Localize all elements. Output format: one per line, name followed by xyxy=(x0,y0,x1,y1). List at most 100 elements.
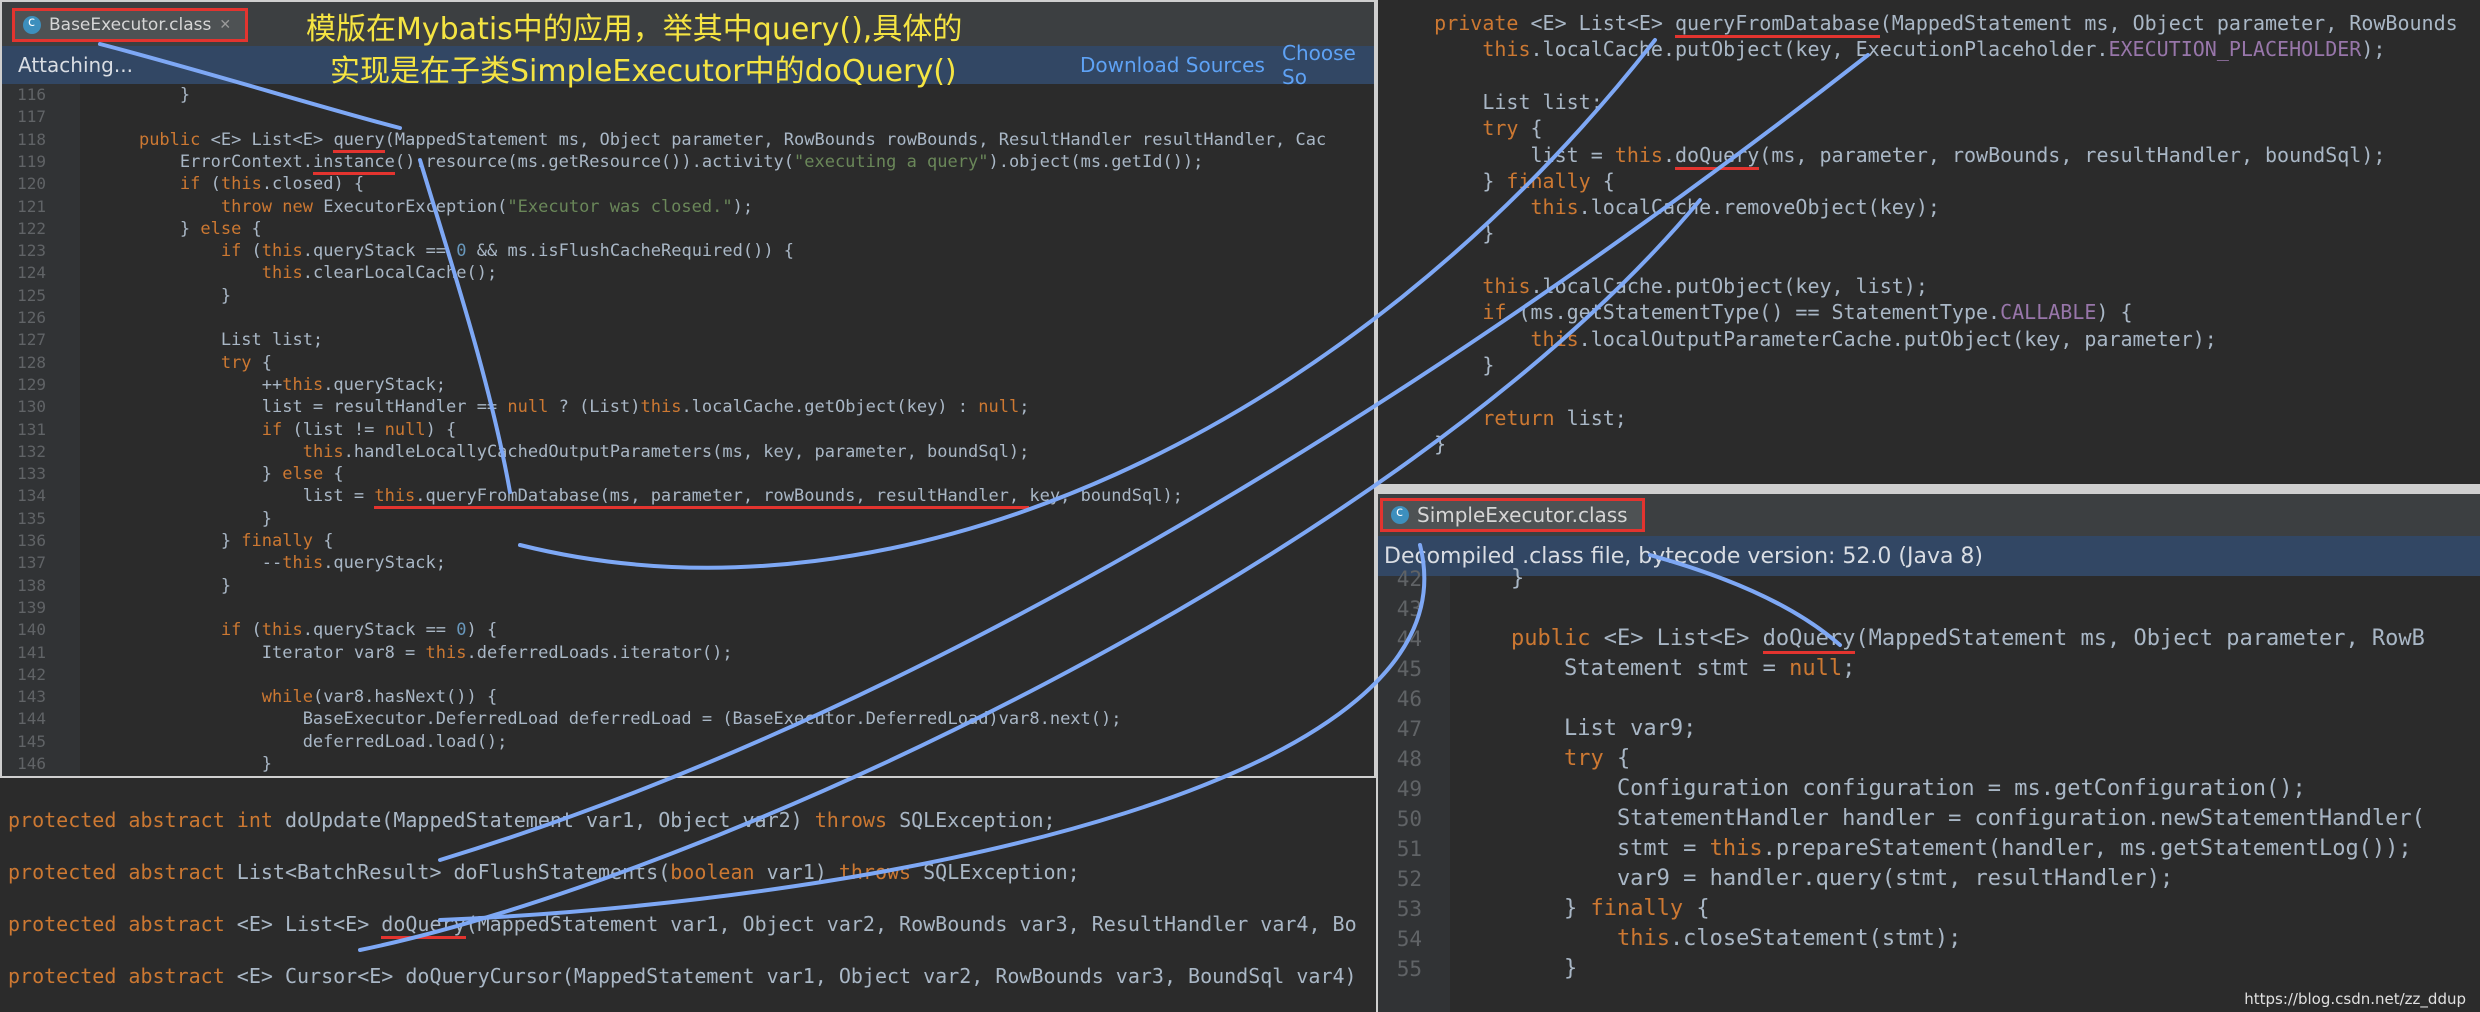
line-number: 47 xyxy=(1396,717,1422,741)
code-line: 120 if (this.closed) { xyxy=(2,173,1374,195)
code-line: 133 } else { xyxy=(2,463,1374,485)
download-sources-link[interactable]: Download Sources xyxy=(1080,53,1265,77)
code-line: 131 if (list != null) { xyxy=(2,419,1374,441)
code-area[interactable]: protected abstract int doUpdate(MappedSt… xyxy=(0,778,1376,1012)
code-line: 118 public <E> List<E> query(MappedState… xyxy=(2,129,1374,153)
code-text: StatementHandler handler = configuration… xyxy=(1458,806,2425,831)
code-text: } xyxy=(98,285,232,306)
code-text: this.localCache.putObject(key, Execution… xyxy=(1482,37,2386,62)
line-number: 127 xyxy=(17,330,46,350)
code-line: try { xyxy=(1378,115,2480,141)
line-number: 138 xyxy=(17,575,46,595)
line-number: 139 xyxy=(17,597,46,617)
code-text: protected abstract <E> List<E> doQuery(M… xyxy=(8,898,1357,950)
code-text: try { xyxy=(1563,746,1631,771)
code-text: deferredLoad.load(); xyxy=(98,731,508,752)
code-line: 138 } xyxy=(2,575,1374,597)
line-number: 53 xyxy=(1396,897,1422,921)
code-line: 145 deferredLoad.load(); xyxy=(2,731,1374,753)
code-text: } xyxy=(1386,352,1495,377)
code-line: 47 List var9; xyxy=(1378,714,2480,744)
code-line: 142 xyxy=(2,664,1374,686)
tab-simple-executor[interactable]: SimpleExecutor.class xyxy=(1380,498,1645,532)
code-text: this.handleLocallyCachedOutputParameters… xyxy=(302,441,1030,462)
code-text: return list; xyxy=(1482,405,1627,430)
code-text: while(var8.hasNext()) { xyxy=(261,687,498,708)
code-line: 125 } xyxy=(2,285,1374,307)
code-text: Iterator var8 = this.deferredLoads.itera… xyxy=(98,642,733,663)
code-area[interactable]: 116 } 117 118 public <E> List<E> query(Map… xyxy=(2,84,1374,776)
abstract-methods-editor[interactable]: protected abstract int doUpdate(MappedSt… xyxy=(0,778,1376,1012)
code-line: } xyxy=(1378,352,2480,378)
choose-sources-link[interactable]: Choose So xyxy=(1282,41,1374,89)
code-text: try { xyxy=(1482,116,1543,141)
annotation-line-2: 实现是在子类SimpleExecutor中的doQuery() xyxy=(330,54,957,89)
code-line: list = this.doQuery(ms, parameter, rowBo… xyxy=(1378,142,2480,170)
code-line: 43 xyxy=(1378,594,2480,624)
line-number: 55 xyxy=(1396,957,1422,981)
code-line: 54 this.closeStatement(stmt); xyxy=(1378,924,2480,954)
code-text: this.clearLocalCache(); xyxy=(261,263,498,284)
code-line: 45 Statement stmt = null; xyxy=(1378,654,2480,684)
code-line: 129 ++this.queryStack; xyxy=(2,374,1374,396)
code-text: } finally { xyxy=(1458,896,1710,921)
code-line: List list; xyxy=(1378,89,2480,115)
code-line: 117 xyxy=(2,106,1374,128)
code-text: List var9; xyxy=(1458,716,1697,741)
code-text: throw new ExecutorException("Executor wa… xyxy=(220,196,754,217)
code-text: public <E> List<E> doQuery(MappedStateme… xyxy=(1458,624,2425,654)
line-number: 142 xyxy=(17,664,46,684)
code-text: if (ms.getStatementType() == StatementTy… xyxy=(1482,300,2133,325)
line-number: 128 xyxy=(17,352,46,372)
code-text: this.localCache.putObject(key, list); xyxy=(1482,274,1928,298)
code-line: } xyxy=(1378,431,2480,457)
line-number: 143 xyxy=(17,687,46,707)
code-text: var9 = handler.query(stmt, resultHandler… xyxy=(1458,866,2174,891)
line-number: 145 xyxy=(17,731,46,751)
line-number: 134 xyxy=(17,486,46,506)
line-number: 124 xyxy=(17,263,46,283)
code-text: stmt = this.prepareStatement(handler, ms… xyxy=(1458,836,2412,861)
code-line: 123 if (this.queryStack == 0 && ms.isFlu… xyxy=(2,240,1374,262)
line-number: 129 xyxy=(17,374,46,394)
code-text: } xyxy=(1386,221,1495,246)
code-line: this.localOutputParameterCache.putObject… xyxy=(1378,326,2480,352)
base-executor-editor[interactable]: BaseExecutor.class ✕ Attaching... Downlo… xyxy=(0,0,1376,778)
simple-executor-editor[interactable]: SimpleExecutor.class Decompiled .class f… xyxy=(1376,494,2480,1012)
code-line: } finally { xyxy=(1378,168,2480,194)
code-text: } xyxy=(98,575,232,596)
line-number: 125 xyxy=(17,285,46,305)
code-text: } else { xyxy=(98,218,262,239)
line-number: 137 xyxy=(17,553,46,573)
watermark: https://blog.csdn.net/zz_ddup xyxy=(2244,990,2466,1008)
code-text: list = resultHandler == null ? (List)thi… xyxy=(98,397,1030,418)
line-number: 144 xyxy=(17,709,46,729)
line-number: 136 xyxy=(17,531,46,550)
code-area[interactable]: private <E> List<E> queryFromDatabase(Ma… xyxy=(1378,0,2480,484)
line-number: 42 xyxy=(1396,567,1422,591)
code-line: protected abstract List<BatchResult> doF… xyxy=(0,846,1376,898)
code-line: protected abstract <E> List<E> doQuery(M… xyxy=(0,898,1376,950)
code-line: 130 list = resultHandler == null ? (List… xyxy=(2,396,1374,418)
code-text: ++this.queryStack; xyxy=(98,374,447,395)
code-line: this.localCache.removeObject(key); xyxy=(1378,194,2480,220)
code-line: this.localCache.putObject(key, list); xyxy=(1378,273,2480,299)
code-text: } finally { xyxy=(1386,168,1615,193)
line-number: 122 xyxy=(17,218,46,238)
close-icon[interactable]: ✕ xyxy=(219,17,231,33)
line-number: 54 xyxy=(1396,927,1422,951)
line-number: 141 xyxy=(17,642,46,662)
line-number: 120 xyxy=(17,174,46,194)
code-line: 132 this.handleLocallyCachedOutputParame… xyxy=(2,441,1374,463)
code-line: 127 List list; xyxy=(2,329,1374,351)
tab-base-executor[interactable]: BaseExecutor.class ✕ xyxy=(12,8,249,42)
code-line: 144 BaseExecutor.DeferredLoad deferredLo… xyxy=(2,708,1374,730)
code-area[interactable]: 42 } 43 44 public <E> List<E> doQuery(Mapp… xyxy=(1378,566,2480,1012)
panel-divider xyxy=(1376,484,2480,494)
code-text: } xyxy=(98,754,272,774)
query-from-database-editor[interactable]: private <E> List<E> queryFromDatabase(Ma… xyxy=(1376,0,2480,484)
code-line: } xyxy=(1378,220,2480,246)
